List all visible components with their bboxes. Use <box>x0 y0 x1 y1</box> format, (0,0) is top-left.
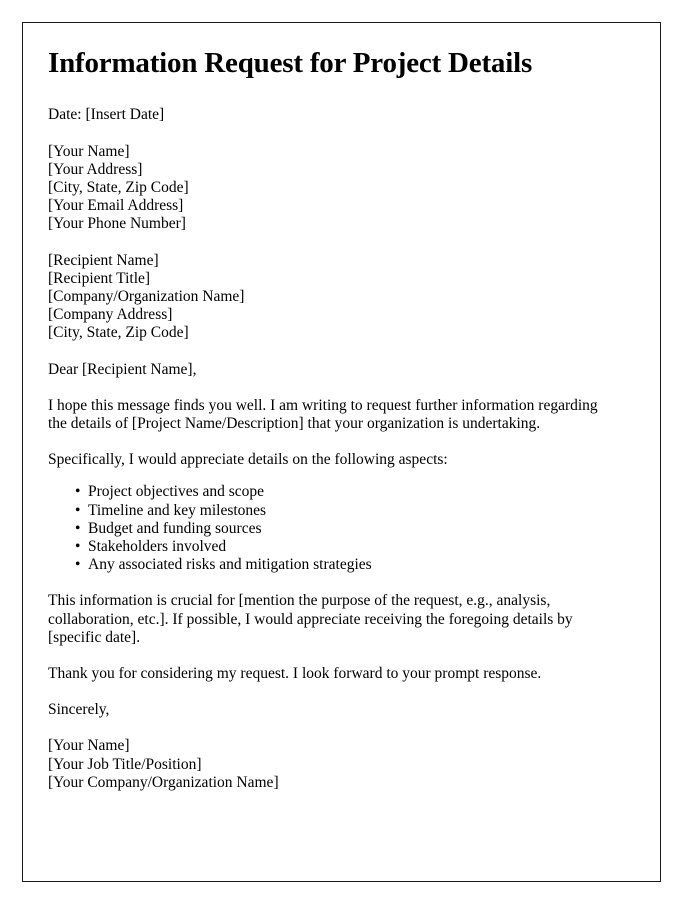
list-item: Budget and funding sources <box>75 520 638 538</box>
closing-line: Sincerely, <box>48 701 110 719</box>
signature-line: [Your Name] <box>48 737 130 755</box>
paragraph-intro: I hope this message finds you well. I am… <box>48 396 598 432</box>
sender-line: [Your Name] <box>48 142 130 160</box>
date-line: Date: [Insert Date] <box>48 106 165 124</box>
sender-line: [Your Email Address] <box>48 197 184 215</box>
list-item: Any associated risks and mitigation stra… <box>75 556 638 574</box>
signature-line: [Your Company/Organization Name] <box>48 773 279 791</box>
recipient-address-block: [Recipient Name] [Recipient Title] [Comp… <box>48 252 638 343</box>
recipient-line: [Recipient Name] <box>48 251 159 269</box>
document-body: Information Request for Project Details … <box>23 23 660 792</box>
list-item: Timeline and key milestones <box>75 502 638 520</box>
recipient-line: [Company/Organization Name] <box>48 287 245 305</box>
list-item: Stakeholders involved <box>75 538 638 556</box>
signature-line: [Your Job Title/Position] <box>48 755 202 773</box>
page-title: Information Request for Project Details <box>48 47 533 79</box>
document-page: Information Request for Project Details … <box>22 22 661 882</box>
recipient-line: [Company Address] <box>48 306 173 324</box>
aspects-list: Project objectives and scope Timeline an… <box>48 483 638 574</box>
salutation: Dear [Recipient Name], <box>48 360 197 378</box>
sender-address-block: [Your Name] [Your Address] [City, State,… <box>48 143 638 234</box>
recipient-line: [City, State, Zip Code] <box>48 324 189 342</box>
sender-line: [Your Phone Number] <box>48 215 186 233</box>
sender-line: [Your Address] <box>48 160 143 178</box>
list-item: Project objectives and scope <box>75 483 638 501</box>
paragraph-specifics: Specifically, I would appreciate details… <box>48 451 448 469</box>
sender-line: [City, State, Zip Code] <box>48 178 189 196</box>
paragraph-thanks: Thank you for considering my request. I … <box>48 665 542 683</box>
signature-block: [Your Name] [Your Job Title/Position] [Y… <box>48 737 638 792</box>
paragraph-purpose: This information is crucial for [mention… <box>48 592 573 646</box>
recipient-line: [Recipient Title] <box>48 269 151 287</box>
